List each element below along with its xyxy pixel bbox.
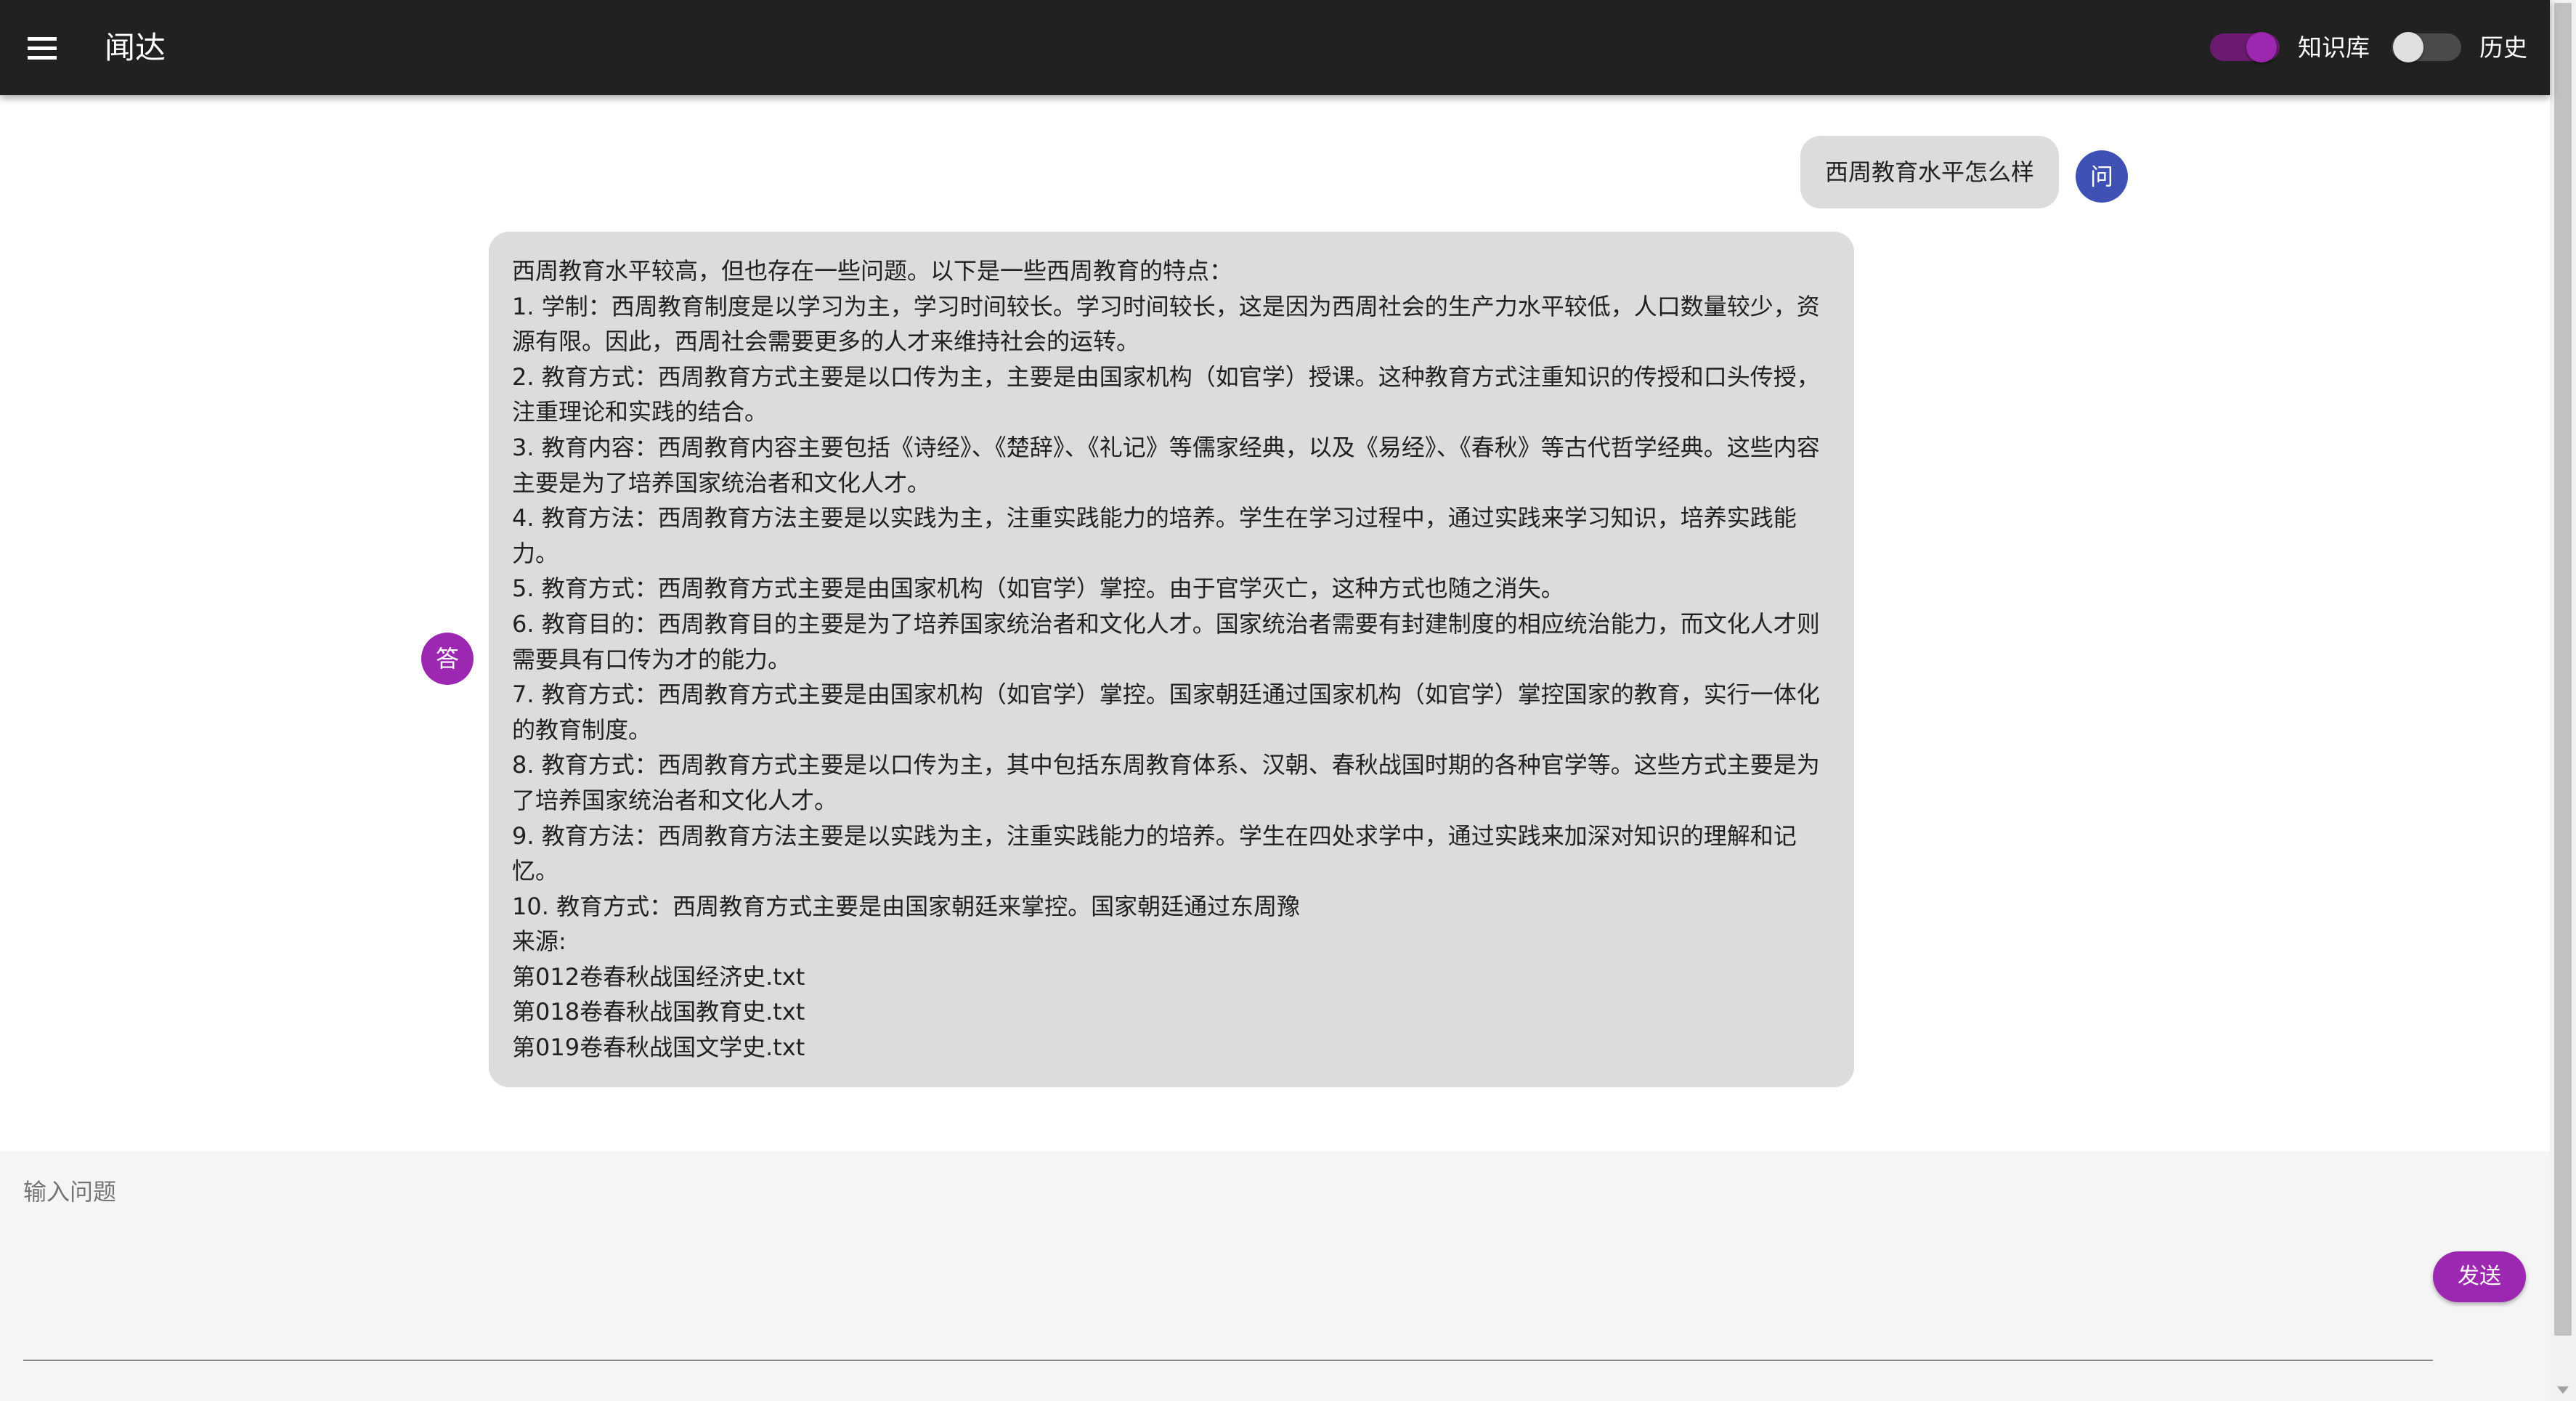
app-title: 闻达 bbox=[105, 30, 166, 65]
answer-line: 7. 教育方式：西周教育方式主要是由国家机构（如官学）掌控。国家朝廷通过国家机构… bbox=[512, 681, 1820, 744]
answer-line: 2. 教育方式：西周教育方式主要是以口传为主，主要是由国家机构（如官学）授课。这… bbox=[512, 362, 1820, 426]
vertical-scrollbar[interactable] bbox=[2550, 0, 2576, 1401]
scrollbar-thumb[interactable] bbox=[2554, 3, 2572, 1336]
menu-icon-bar bbox=[28, 36, 57, 41]
source-file: 第012卷春秋战国经济史.txt bbox=[512, 962, 805, 991]
answer-line: 1. 学制：西周教育制度是以学习为主，学习时间较长。学习时间较长，这是因为西周社… bbox=[512, 292, 1820, 356]
source-file: 第018卷春秋战国教育史.txt bbox=[512, 998, 805, 1026]
question-bubble: 西周教育水平怎么样 bbox=[1800, 136, 2059, 208]
knowledge-base-toggle[interactable] bbox=[2210, 26, 2280, 68]
toggle-thumb bbox=[2246, 32, 2277, 62]
question-input[interactable]: 输入问题 bbox=[23, 1176, 116, 1208]
menu-icon-bar bbox=[28, 55, 57, 60]
answer-line: 3. 教育内容：西周教育内容主要包括《诗经》、《楚辞》、《礼记》等儒家经典，以及… bbox=[512, 433, 1820, 497]
app-window: 闻达 知识库 历史 西周教育水平怎么样 问 答 西周教育水平较高，但也存在一些问… bbox=[0, 0, 2550, 1401]
input-underline bbox=[23, 1360, 2433, 1361]
answer-line: 6. 教育目的：西周教育目的主要是为了培养国家统治者和文化人才。国家统治者需要有… bbox=[512, 609, 1820, 673]
scroll-down-arrow-icon[interactable] bbox=[2557, 1386, 2569, 1394]
answer-line: 5. 教育方式：西周教育方式主要是由国家机构（如官学）掌控。由于官学灭亡，这种方… bbox=[512, 574, 1564, 603]
answer-avatar: 答 bbox=[421, 633, 474, 685]
knowledge-base-label: 知识库 bbox=[2298, 33, 2370, 62]
source-file: 第019卷春秋战国文学史.txt bbox=[512, 1034, 805, 1062]
answer-line: 西周教育水平较高，但也存在一些问题。以下是一些西周教育的特点： bbox=[512, 257, 1233, 285]
source-heading: 来源: bbox=[512, 927, 566, 956]
answer-line: 10. 教育方式：西周教育方式主要是由国家朝廷来掌控。国家朝廷通过东周豫 bbox=[512, 892, 1301, 920]
menu-icon[interactable] bbox=[23, 29, 61, 67]
history-label: 历史 bbox=[2479, 33, 2527, 62]
question-input-area[interactable]: 输入问题 发送 bbox=[0, 1151, 2550, 1401]
send-button[interactable]: 发送 bbox=[2433, 1251, 2526, 1302]
question-avatar: 问 bbox=[2076, 150, 2128, 203]
chat-log: 西周教育水平怎么样 问 答 西周教育水平较高，但也存在一些问题。以下是一些西周教… bbox=[0, 95, 2550, 1151]
history-toggle[interactable] bbox=[2392, 26, 2461, 68]
answer-line: 9. 教育方法：西周教育方法主要是以实践为主，注重实践能力的培养。学生在四处求学… bbox=[512, 821, 1797, 885]
answer-line: 8. 教育方式：西周教育方式主要是以口传为主，其中包括东周教育体系、汉朝、春秋战… bbox=[512, 751, 1820, 814]
answer-line: 4. 教育方法：西周教育方法主要是以实践为主，注重实践能力的培养。学生在学习过程… bbox=[512, 504, 1797, 567]
answer-bubble: 西周教育水平较高，但也存在一些问题。以下是一些西周教育的特点： 1. 学制：西周… bbox=[489, 232, 1854, 1087]
toggle-thumb bbox=[2393, 32, 2423, 62]
menu-icon-bar bbox=[28, 46, 57, 50]
top-app-bar: 闻达 知识库 历史 bbox=[0, 0, 2550, 95]
